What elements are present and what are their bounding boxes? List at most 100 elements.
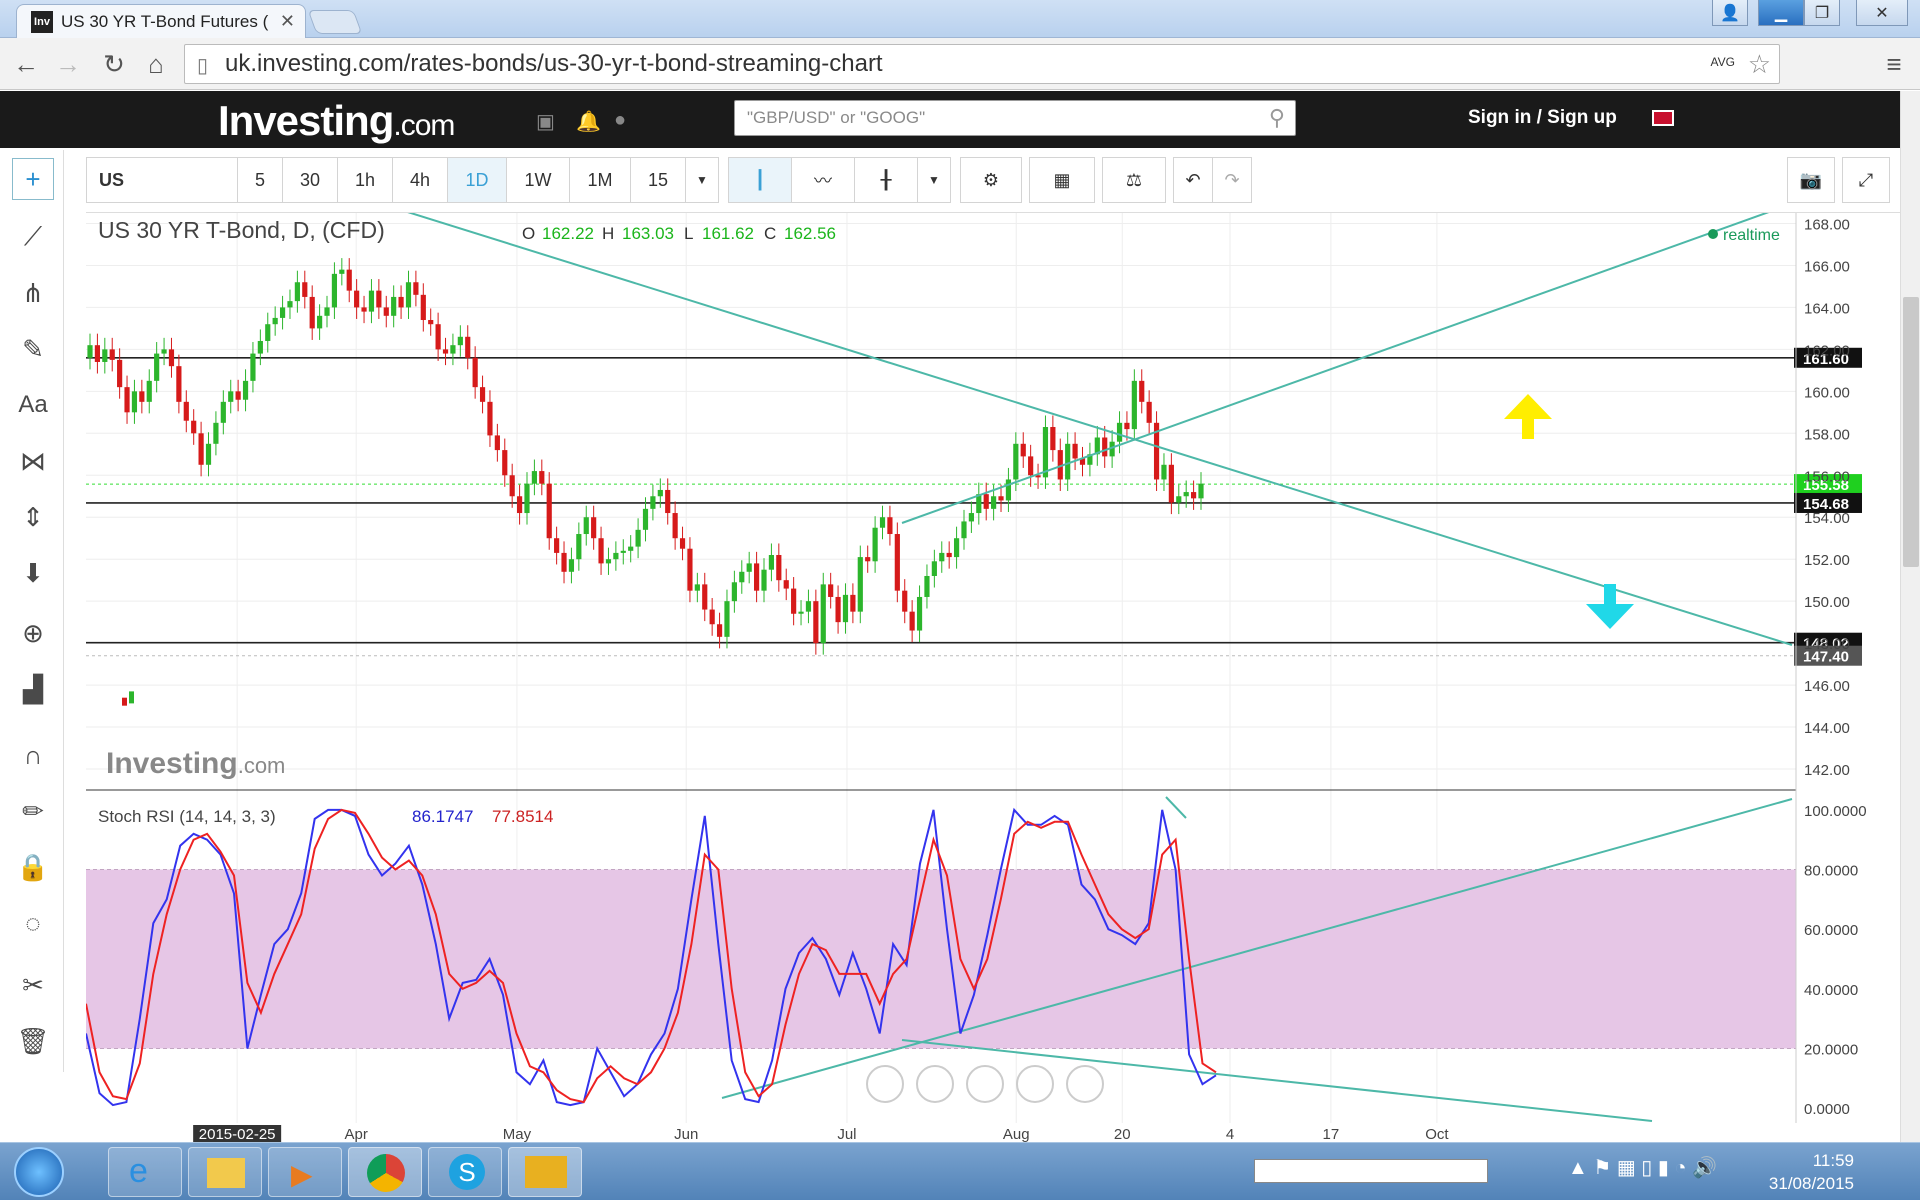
bell-icon[interactable]: 🔔 — [576, 109, 601, 133]
pattern-icon[interactable]: ⋈ — [12, 440, 54, 482]
compare-icon[interactable]: ⚖ — [1102, 157, 1166, 203]
globe-icon[interactable]: ● — [614, 109, 634, 131]
stoch-lower-line — [901, 1039, 1653, 1122]
tray-icons[interactable]: ▲ ⚑ ▦ ▯ ▮ ◔ 🔊 — [1568, 1155, 1717, 1180]
menu-icon[interactable]: ≡ — [1876, 46, 1912, 82]
candle-body — [805, 601, 812, 612]
interval-1w[interactable]: 1W — [506, 157, 570, 203]
search-input[interactable]: "GBP/USD" or "GOOG" ⚲ — [734, 100, 1296, 136]
close-tab-icon[interactable]: ✕ — [280, 11, 295, 32]
brush-icon[interactable]: ✎ — [12, 328, 54, 370]
investing-logo[interactable]: Investing.com — [218, 97, 455, 145]
ie-taskbar-icon[interactable]: e — [108, 1147, 182, 1197]
candle-body — [902, 590, 908, 612]
candle-body — [1139, 380, 1145, 402]
crosshair-icon[interactable]: + — [12, 158, 54, 200]
zoom-controls[interactable] — [866, 1065, 1104, 1103]
settings-tools-icon[interactable]: ✂ — [12, 964, 54, 1006]
candle-body — [1131, 380, 1137, 430]
portfolio-icon[interactable]: ▣ — [536, 109, 556, 133]
measure-icon[interactable]: ⇕ — [12, 496, 54, 538]
zoom-in-button-icon[interactable] — [1016, 1065, 1054, 1103]
redo-icon[interactable]: ↷ — [1212, 157, 1252, 203]
zoom-out-icon[interactable] — [916, 1065, 954, 1103]
candle-body — [220, 401, 226, 423]
magnet-icon[interactable]: ∩ — [12, 734, 54, 776]
taskbar-search-input[interactable] — [1254, 1159, 1488, 1183]
camera-icon[interactable]: 📷 — [1787, 157, 1835, 203]
media-taskbar-icon[interactable]: ▶ — [268, 1147, 342, 1197]
candle-body — [998, 496, 1004, 501]
text-tool-icon[interactable]: Aa — [12, 384, 54, 426]
new-tab-button[interactable] — [307, 10, 363, 34]
lock-icon[interactable]: 🔒 — [12, 846, 54, 888]
fullscreen-icon[interactable]: ⤢ — [1842, 157, 1890, 203]
candle-body — [122, 697, 127, 706]
chart-area[interactable]: 161.60 155.58 154.68 148.02 147.40 168.00 166… — [85, 193, 1902, 1143]
interval-4h[interactable]: 4h — [392, 157, 448, 203]
bar-type-icon[interactable]: ╂ — [854, 157, 918, 203]
start-button[interactable] — [14, 1147, 64, 1197]
candle-body — [265, 324, 271, 341]
ruler-icon[interactable]: ▟ — [12, 668, 54, 710]
trash-icon[interactable]: 🗑 — [12, 1020, 54, 1062]
candle-body — [1005, 479, 1012, 501]
candle-body — [435, 324, 441, 350]
candlestick-icon[interactable]: ┃ — [728, 157, 792, 203]
forward-icon[interactable]: → — [50, 46, 86, 82]
watermark-logo: Investing.com — [106, 747, 285, 780]
zoom-reset-icon[interactable] — [866, 1065, 904, 1103]
scroll-right-icon[interactable] — [1066, 1065, 1104, 1103]
url-input[interactable]: ▯ uk.investing.com/rates-bonds/us-30-yr-… — [184, 44, 1780, 84]
candle-body — [294, 282, 300, 302]
close-window-button[interactable]: ✕ — [1856, 0, 1908, 26]
site-header: Investing.com ▣ 🔔 ● "GBP/USD" or "GOOG" … — [0, 91, 1900, 148]
interval-5[interactable]: 5 — [237, 157, 283, 203]
candle-body — [791, 588, 797, 614]
page-scrollbar[interactable] — [1900, 91, 1920, 1142]
symbol-input[interactable]: US — [86, 157, 238, 203]
explorer-taskbar-icon[interactable] — [188, 1147, 262, 1197]
rotate-icon[interactable] — [966, 1065, 1004, 1103]
candle-body — [909, 611, 915, 631]
chart-type-dropdown-icon[interactable]: ▼ — [917, 157, 951, 203]
line-chart-icon[interactable]: 〰 — [791, 157, 855, 203]
undo-icon[interactable]: ↶ — [1173, 157, 1213, 203]
minimize-button[interactable]: ▁ — [1758, 0, 1804, 26]
candle-body — [442, 349, 449, 354]
interval-1m[interactable]: 1M — [569, 157, 631, 203]
arrow-down-icon[interactable]: ⬇ — [12, 552, 54, 594]
uk-flag-icon[interactable] — [1652, 110, 1674, 126]
interval-dropdown-icon[interactable]: ▼ — [685, 157, 719, 203]
hide-icon[interactable]: ◌ — [12, 902, 54, 944]
gear-icon[interactable]: ⚙ — [960, 157, 1022, 203]
skype-taskbar-icon[interactable]: S — [428, 1147, 502, 1197]
chrome-taskbar-icon[interactable] — [348, 1147, 422, 1197]
candle-body — [213, 422, 219, 444]
interval-1d[interactable]: 1D — [447, 157, 507, 203]
scroll-thumb[interactable] — [1903, 297, 1919, 567]
zoom-in-icon[interactable]: ⊕ — [12, 612, 54, 654]
interval-30[interactable]: 30 — [282, 157, 338, 203]
candle-body — [968, 513, 974, 522]
profile-icon[interactable]: 👤 — [1712, 0, 1748, 26]
reload-icon[interactable]: ↻ — [96, 46, 132, 82]
signin-link[interactable]: Sign in / Sign up — [1468, 107, 1617, 129]
browser-tab[interactable]: Inv US 30 YR T-Bond Futures ( ✕ — [16, 4, 306, 38]
time-tick-label: 17 — [1323, 1126, 1340, 1143]
clock[interactable]: 11:59 31/08/2015 — [1769, 1149, 1854, 1195]
star-icon[interactable]: ☆ — [1748, 49, 1771, 80]
home-icon[interactable]: ⌂ — [138, 46, 174, 82]
search-icon[interactable]: ⚲ — [1269, 105, 1285, 131]
back-icon[interactable]: ← — [8, 46, 44, 82]
app-taskbar-icon[interactable] — [508, 1147, 582, 1197]
candle-body — [613, 552, 619, 560]
trend-line-icon[interactable]: ⟋ — [12, 216, 54, 258]
pencil-icon[interactable]: ✏ — [12, 790, 54, 832]
indicators-icon[interactable]: ▦ — [1029, 157, 1095, 203]
avg-extension-icon[interactable]: AVG — [1711, 55, 1735, 69]
maximize-button[interactable]: ❐ — [1804, 0, 1840, 26]
interval-1h[interactable]: 1h — [337, 157, 393, 203]
interval-15[interactable]: 15 — [630, 157, 686, 203]
pitchfork-icon[interactable]: ⋔ — [12, 272, 54, 314]
